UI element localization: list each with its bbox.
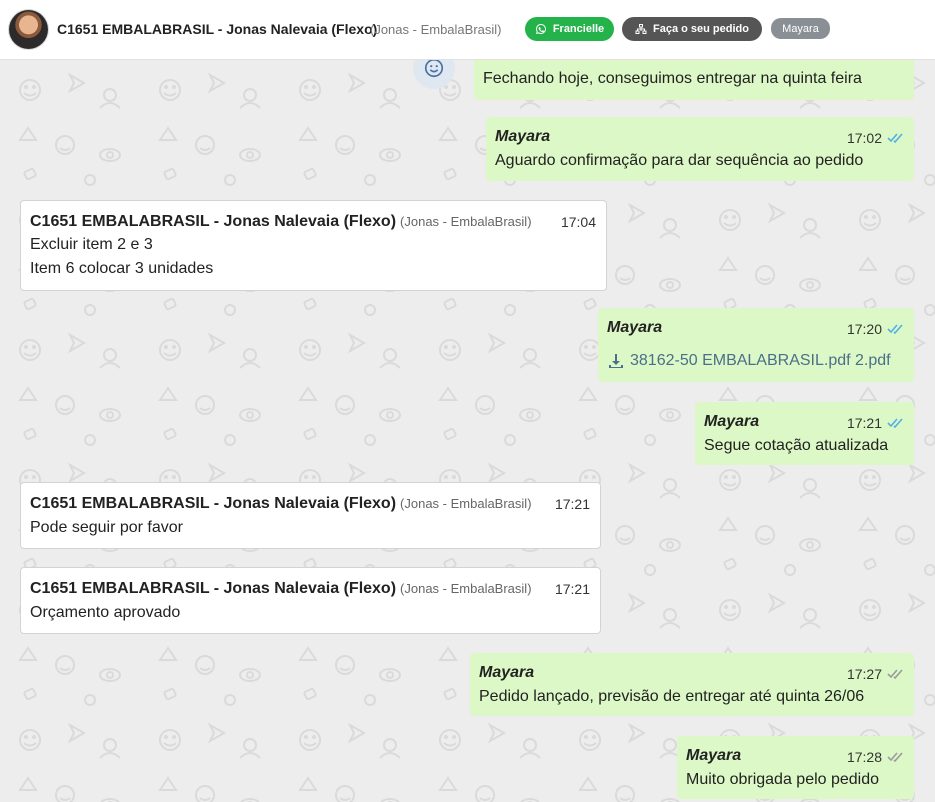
message-author: Mayara — [704, 413, 760, 430]
message-meta: 17:21 — [555, 577, 590, 601]
message-author: Mayara — [686, 747, 742, 764]
message-bubble[interactable]: Mayara 17:02 Aguardo confirmação para da… — [486, 117, 914, 181]
message-meta: 17:21 — [555, 492, 590, 516]
double-check-icon — [887, 132, 905, 144]
message-bubble[interactable]: Mayara 17:21 Segue cotação atualizada — [695, 402, 914, 465]
message-time: 17:28 — [846, 749, 882, 765]
message-meta: 17:28 — [847, 745, 905, 769]
message-text: Pedido lançado, previsão de entregar até… — [479, 688, 865, 705]
message-text: Pode seguir por favor — [30, 519, 183, 536]
message-meta: 17:02 — [847, 126, 905, 150]
message-time: 17:21 — [554, 581, 590, 597]
message-meta: 17:27 — [847, 662, 905, 686]
message-time: 17:20 — [846, 321, 882, 337]
message-meta: 17:21 — [847, 411, 905, 435]
message-text: Excluir item 2 e 3 — [30, 236, 153, 253]
message-author-name: C1651 EMBALABRASIL - Jonas Nalevaia (Fle… — [30, 213, 397, 230]
contact-subtitle: (Jonas - EmbalaBrasil) — [370, 22, 502, 37]
message-time: 17:04 — [560, 214, 596, 230]
agent-badge[interactable]: Mayara — [771, 18, 830, 39]
whatsapp-agent-button[interactable]: Francielle — [525, 17, 614, 41]
double-check-icon — [887, 751, 905, 763]
message-bubble[interactable]: Mayara 17:27 Pedido lançado, previsão de… — [470, 653, 914, 716]
contact-name[interactable]: C1651 EMBALABRASIL - Jonas Nalevaia (Fle… — [57, 21, 377, 37]
double-check-icon — [887, 323, 905, 335]
message-author: C1651 EMBALABRASIL - Jonas Nalevaia (Fle… — [30, 577, 532, 601]
message-author: Mayara — [607, 319, 663, 336]
message-author: C1651 EMBALABRASIL - Jonas Nalevaia (Fle… — [30, 492, 532, 516]
message-author-sub: (Jonas - EmbalaBrasil) — [400, 214, 532, 229]
message-time: 17:21 — [846, 415, 882, 431]
message-time: 17:02 — [846, 130, 882, 146]
message-bubble[interactable]: Mayara 17:20 38162-50 EMBALABRASIL.pdf 2… — [598, 308, 914, 382]
emoji-icon — [424, 60, 444, 78]
message-bubble[interactable]: C1651 EMBALABRASIL - Jonas Nalevaia (Fle… — [20, 482, 601, 549]
order-button-label: Faça o seu pedido — [653, 23, 749, 35]
whatsapp-icon — [535, 24, 546, 34]
message-author-sub: (Jonas - EmbalaBrasil) — [400, 496, 532, 511]
contact-avatar[interactable] — [9, 10, 48, 49]
order-button[interactable]: Faça o seu pedido — [622, 17, 762, 41]
message-author-name: C1651 EMBALABRASIL - Jonas Nalevaia (Fle… — [30, 580, 397, 597]
download-icon — [609, 354, 623, 368]
message-text: Fechando hoje, conseguimos entregar na q… — [483, 70, 862, 87]
message-text: Muito obrigada pelo pedido — [686, 771, 880, 788]
agent-badge-label: Mayara — [782, 22, 819, 35]
message-bubble[interactable]: Mayara 17:28 Muito obrigada pelo pedido — [677, 736, 914, 799]
message-text: Item 6 colocar 3 unidades — [30, 260, 214, 277]
message-bubble[interactable]: C1651 EMBALABRASIL - Jonas Nalevaia (Fle… — [20, 200, 607, 291]
file-attachment-link[interactable]: 38162-50 EMBALABRASIL.pdf 2.pdf — [608, 349, 891, 373]
message-text: Segue cotação atualizada — [704, 437, 889, 454]
sitemap-icon — [635, 24, 647, 34]
message-author-sub: (Jonas - EmbalaBrasil) — [400, 581, 532, 596]
message-time: 17:21 — [554, 496, 590, 512]
message-meta: 17:20 — [847, 317, 905, 341]
chat-header: C1651 EMBALABRASIL - Jonas Nalevaia (Fle… — [0, 0, 935, 60]
message-author: Mayara — [495, 128, 551, 145]
message-bubble[interactable]: Fechando hoje, conseguimos entregar na q… — [474, 60, 914, 100]
message-author: C1651 EMBALABRASIL - Jonas Nalevaia (Fle… — [30, 210, 532, 234]
message-meta: 17:04 — [561, 210, 596, 234]
whatsapp-agent-label: Francielle — [552, 23, 605, 35]
message-time: 17:27 — [846, 666, 882, 682]
file-name: 38162-50 EMBALABRASIL.pdf 2.pdf — [630, 352, 891, 369]
message-bubble[interactable]: C1651 EMBALABRASIL - Jonas Nalevaia (Fle… — [20, 567, 601, 634]
message-author-name: C1651 EMBALABRASIL - Jonas Nalevaia (Fle… — [30, 495, 397, 512]
chat-area[interactable]: Fechando hoje, conseguimos entregar na q… — [0, 60, 935, 802]
double-check-icon — [887, 417, 905, 429]
message-author: Mayara — [479, 664, 535, 681]
double-check-icon — [887, 668, 905, 680]
message-text: Orçamento aprovado — [30, 604, 181, 621]
message-text: Aguardo confirmação para dar sequência a… — [495, 152, 864, 169]
